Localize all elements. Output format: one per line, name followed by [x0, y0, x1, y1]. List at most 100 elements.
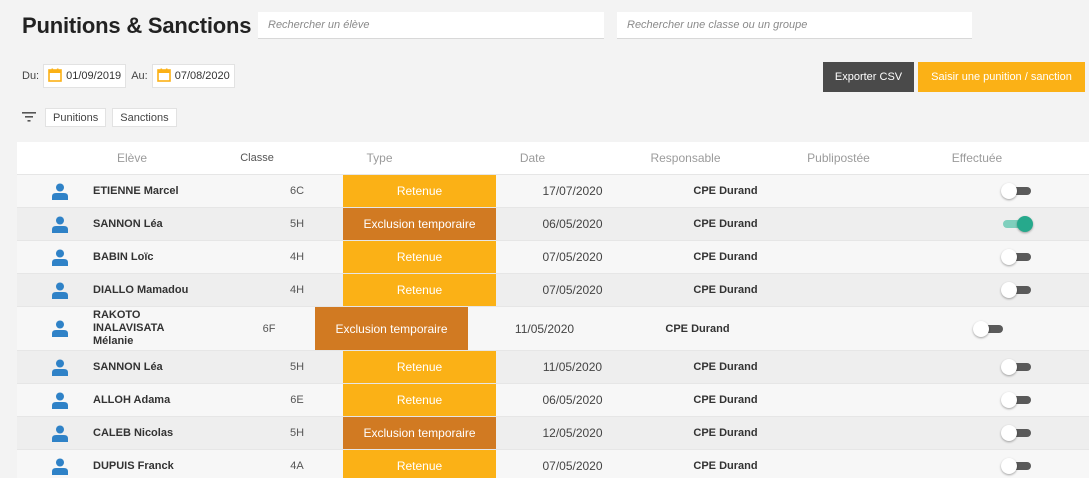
- student-class: 5H: [289, 218, 305, 230]
- effectuee-cell: [955, 216, 1079, 232]
- sanction-date: 17/07/2020: [542, 184, 603, 198]
- responsible: CPE Durand: [693, 251, 758, 263]
- export-csv-button[interactable]: Exporter CSV: [823, 62, 914, 92]
- student-name[interactable]: DIALLO Mamadou: [93, 284, 251, 297]
- toggle-knob: [1001, 282, 1017, 298]
- to-date-value: 07/08/2020: [174, 70, 230, 82]
- responsible: CPE Durand: [693, 361, 758, 373]
- user-icon: [17, 359, 103, 376]
- user-icon: [17, 183, 103, 200]
- table-row[interactable]: SANNON Léa 5H Exclusion temporaire 06/05/20…: [17, 208, 1089, 241]
- student-name[interactable]: SANNON Léa: [93, 361, 251, 374]
- header-publipostee[interactable]: Publipostée: [762, 151, 915, 165]
- sanction-date: 07/05/2020: [542, 283, 603, 297]
- sanction-date: 11/05/2020: [542, 360, 603, 374]
- filter-chip-punitions[interactable]: Punitions: [45, 107, 107, 127]
- user-icon: [17, 392, 103, 409]
- sanction-date: 06/05/2020: [542, 393, 603, 407]
- effectuee-toggle[interactable]: [1001, 392, 1033, 408]
- effectuee-cell: [927, 320, 1051, 337]
- type-badge: Exclusion temporaire: [343, 208, 496, 240]
- effectuee-toggle[interactable]: [1001, 183, 1033, 199]
- user-icon: [17, 282, 103, 299]
- header-student[interactable]: Elève: [53, 151, 211, 165]
- type-badge: Retenue: [343, 351, 496, 383]
- calendar-icon: [156, 68, 171, 85]
- filter-bar: Punitions Sanctions: [22, 107, 183, 127]
- responsible: CPE Durand: [693, 284, 758, 296]
- responsible: CPE Durand: [693, 185, 758, 197]
- sanctions-table: Elève Classe Type Date Responsable Publi…: [17, 142, 1089, 478]
- student-name[interactable]: RAKOTO INALAVISATA Mélanie: [93, 309, 223, 348]
- sanction-date: 07/05/2020: [542, 459, 603, 473]
- sanction-date: 11/05/2020: [514, 321, 575, 336]
- effectuee-toggle[interactable]: [1001, 458, 1033, 474]
- effectuee-toggle[interactable]: [1001, 282, 1033, 298]
- toggle-knob: [1001, 249, 1017, 265]
- student-name[interactable]: ALLOH Adama: [93, 394, 251, 407]
- table-row[interactable]: DIALLO Mamadou 4H Retenue 07/05/2020 CPE Dur…: [17, 274, 1089, 307]
- student-search[interactable]: [258, 12, 604, 39]
- student-class: 4H: [289, 251, 305, 263]
- effectuee-toggle[interactable]: [1001, 425, 1033, 441]
- user-icon: [17, 216, 103, 233]
- responsible: CPE Durand: [693, 460, 758, 472]
- table-row[interactable]: ETIENNE Marcel 6C Retenue 17/07/2020 CPE Dur…: [17, 175, 1089, 208]
- from-label: Du:: [22, 70, 40, 82]
- table-row[interactable]: ALLOH Adama 6E Retenue 06/05/2020 CPE Durand: [17, 384, 1089, 417]
- student-search-input[interactable]: [258, 12, 604, 38]
- type-badge: Retenue: [343, 175, 496, 207]
- header-date[interactable]: Date: [456, 151, 609, 165]
- to-label: Au:: [131, 70, 148, 82]
- filter-icon[interactable]: [22, 111, 36, 123]
- class-search-input[interactable]: [617, 12, 972, 38]
- type-badge: Exclusion temporaire: [315, 307, 468, 350]
- student-name[interactable]: CALEB Nicolas: [93, 427, 251, 440]
- header-class[interactable]: Classe: [211, 152, 303, 164]
- page-title: Punitions & Sanctions: [22, 13, 252, 38]
- table-row[interactable]: RAKOTO INALAVISATA Mélanie 6F Exclusion te…: [17, 307, 1089, 351]
- from-date-picker[interactable]: 01/09/2019: [43, 64, 127, 88]
- student-class: 5H: [289, 361, 305, 373]
- effectuee-toggle[interactable]: [1001, 359, 1033, 375]
- add-sanction-button[interactable]: Saisir une punition / sanction: [918, 62, 1085, 92]
- type-badge: Retenue: [343, 450, 496, 478]
- type-badge: Retenue: [343, 241, 496, 273]
- table-row[interactable]: DUPUIS Franck 4A Retenue 07/05/2020 CPE Dura…: [17, 450, 1089, 478]
- class-search[interactable]: [617, 12, 972, 39]
- responsible: CPE Durand: [693, 218, 758, 230]
- student-class: 4H: [289, 284, 305, 296]
- type-badge: Retenue: [343, 274, 496, 306]
- user-icon: [17, 458, 103, 475]
- responsible: CPE Durand: [693, 427, 758, 439]
- header-responsible[interactable]: Responsable: [609, 151, 762, 165]
- header-effectuee[interactable]: Effectuée: [915, 151, 1039, 165]
- responsible: CPE Durand: [693, 394, 758, 406]
- table-row[interactable]: SANNON Léa 5H Retenue 11/05/2020 CPE Durand: [17, 351, 1089, 384]
- header-type[interactable]: Type: [303, 142, 456, 174]
- effectuee-cell: [955, 249, 1079, 265]
- effectuee-toggle[interactable]: [1001, 249, 1033, 265]
- effectuee-cell: [955, 458, 1079, 474]
- responsible: CPE Durand: [665, 322, 730, 335]
- student-name[interactable]: DUPUIS Franck: [93, 460, 251, 473]
- toggle-knob: [1001, 359, 1017, 375]
- from-date-value: 01/09/2019: [66, 70, 122, 82]
- effectuee-toggle[interactable]: [973, 320, 1005, 337]
- sanction-date: 06/05/2020: [542, 217, 603, 231]
- to-date-picker[interactable]: 07/08/2020: [151, 64, 235, 88]
- toggle-knob: [973, 320, 989, 337]
- user-icon: [17, 249, 103, 266]
- table-row[interactable]: BABIN Loïc 4H Retenue 07/05/2020 CPE Durand: [17, 241, 1089, 274]
- table-header: Elève Classe Type Date Responsable Publi…: [17, 142, 1089, 175]
- student-name[interactable]: SANNON Léa: [93, 218, 251, 231]
- sanction-date: 07/05/2020: [542, 250, 603, 264]
- student-class: 4A: [290, 460, 304, 472]
- filter-chip-sanctions[interactable]: Sanctions: [112, 107, 177, 127]
- student-name[interactable]: BABIN Loïc: [93, 251, 251, 264]
- table-row[interactable]: CALEB Nicolas 5H Exclusion temporaire 12/05…: [17, 417, 1089, 450]
- toggle-knob: [1001, 425, 1017, 441]
- effectuee-toggle[interactable]: [1001, 216, 1033, 232]
- calendar-icon: [48, 68, 62, 85]
- student-name[interactable]: ETIENNE Marcel: [93, 185, 251, 198]
